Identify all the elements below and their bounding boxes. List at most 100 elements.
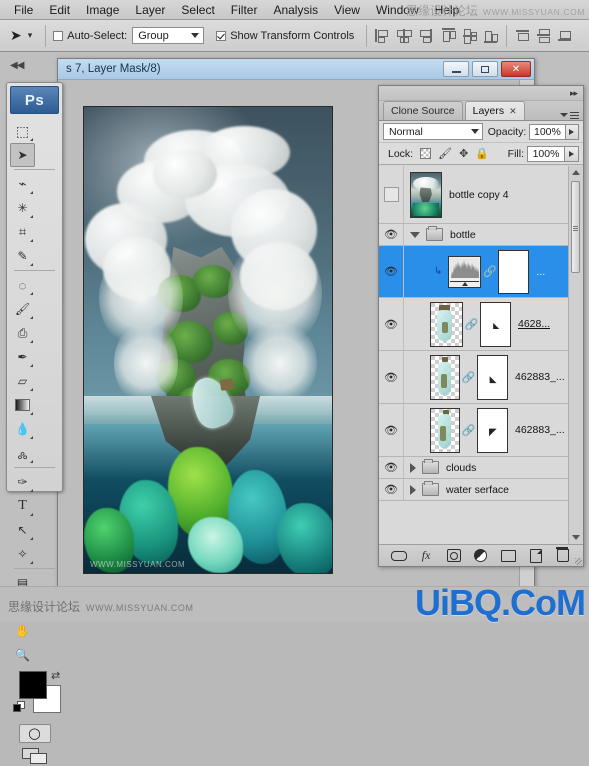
link-icon[interactable]: 🔗 <box>462 369 476 385</box>
current-tool-preset[interactable]: ➤ ▾ <box>0 27 38 44</box>
menu-image[interactable]: Image <box>78 2 127 18</box>
eye-icon-on[interactable]: 👁 <box>383 461 400 474</box>
auto-select-dropdown[interactable]: Group <box>132 27 205 44</box>
lock-image-pixels-icon[interactable]: 🖌 <box>438 147 452 160</box>
eye-icon-off[interactable] <box>383 187 399 202</box>
layer-thumbnail[interactable] <box>430 407 460 453</box>
resize-grip[interactable] <box>575 558 582 565</box>
scroll-up-arrow-icon[interactable] <box>569 166 583 179</box>
tool-path-selection[interactable]: ↖ <box>10 518 35 542</box>
show-transform-controls-checkbox[interactable] <box>216 30 227 41</box>
fill-slider-button[interactable] <box>565 145 579 162</box>
opacity-slider-button[interactable] <box>565 123 579 140</box>
blend-mode-dropdown[interactable]: Normal <box>383 123 483 140</box>
new-adjustment-layer-button[interactable] <box>472 548 490 564</box>
tool-crop[interactable]: ⌗ <box>10 220 35 244</box>
tool-brush[interactable]: 🖌 <box>10 297 35 321</box>
eye-icon-on[interactable]: 👁 <box>383 483 400 496</box>
group-expand-triangle-icon[interactable] <box>410 231 420 238</box>
layer-mask-thumbnail[interactable]: ◣ <box>477 354 508 400</box>
chevron-down-icon[interactable]: ▾ <box>28 30 33 41</box>
visibility-toggle-cell[interactable]: 👁 <box>379 351 404 403</box>
link-icon[interactable]: 🔗 <box>465 316 479 332</box>
tool-marquee[interactable]: ⬚ <box>10 119 35 143</box>
layers-scrollbar[interactable] <box>568 166 583 544</box>
tab-layers[interactable]: Layers ✕ <box>464 101 525 120</box>
scrollbar-thumb[interactable] <box>571 181 580 273</box>
align-bottom-edges-icon[interactable] <box>482 27 499 44</box>
visibility-toggle-cell[interactable] <box>379 166 404 223</box>
visibility-toggle-cell[interactable]: 👁 <box>379 298 404 350</box>
layer-name[interactable]: clouds <box>446 462 476 474</box>
screen-mode-button[interactable] <box>19 746 51 766</box>
layer-row-selected-levels[interactable]: 👁 ↳ 🔗 ... <box>379 246 583 298</box>
tool-slice[interactable]: ✎ <box>10 244 35 268</box>
auto-select-checkbox[interactable] <box>53 30 64 41</box>
fill-value[interactable]: 100% <box>527 145 565 162</box>
tool-move[interactable]: ➤ <box>10 143 35 167</box>
new-layer-button[interactable] <box>527 548 545 564</box>
delete-layer-button[interactable] <box>554 547 572 564</box>
tool-lasso[interactable]: ⌁ <box>10 172 35 196</box>
close-icon[interactable]: ✕ <box>509 106 517 117</box>
menu-analysis[interactable]: Analysis <box>265 2 326 18</box>
distribute-top-icon[interactable] <box>514 27 531 44</box>
lock-position-icon[interactable]: ✥ <box>459 147 468 160</box>
add-layer-style-button[interactable]: fx <box>417 548 435 564</box>
layer-name[interactable]: 462883_... <box>515 371 565 383</box>
swap-colors-icon[interactable]: ⇄ <box>51 669 60 682</box>
document-title-bar[interactable]: s 7, Layer Mask/8) ✕ <box>58 59 534 80</box>
eye-icon-on[interactable]: 👁 <box>383 318 400 331</box>
tool-clone-stamp[interactable]: ⎙ <box>10 321 35 345</box>
quick-mask-toggle[interactable]: ◯ <box>18 724 51 743</box>
layer-name[interactable]: 4628... <box>518 318 550 330</box>
align-vertical-centers-icon[interactable] <box>461 27 478 44</box>
collapse-arrows-icon[interactable]: ◀◀ <box>10 60 24 71</box>
layer-name[interactable]: 462883_... <box>515 424 565 436</box>
layer-name[interactable]: bottle copy 4 <box>449 189 509 201</box>
tool-hand[interactable]: ✋ <box>10 619 35 643</box>
adjustment-layer-thumbnail[interactable] <box>448 255 482 288</box>
link-layers-button[interactable] <box>390 548 408 564</box>
group-expand-triangle-icon[interactable] <box>410 462 416 473</box>
layer-name[interactable]: bottle <box>450 229 476 241</box>
layer-row-462883-a[interactable]: 👁 🔗 ◣ 462883_... <box>379 351 583 404</box>
opacity-value[interactable]: 100% <box>529 123 566 140</box>
lock-all-icon[interactable]: 🔒 <box>475 147 489 160</box>
collapse-to-icons-icon[interactable]: ▸▸ <box>570 88 578 99</box>
minimize-button[interactable] <box>443 61 469 77</box>
scroll-down-arrow-icon[interactable] <box>569 531 583 544</box>
distribute-bottom-icon[interactable] <box>556 27 573 44</box>
layer-thumbnail[interactable] <box>410 171 442 218</box>
new-group-button[interactable] <box>499 548 517 564</box>
lock-transparent-pixels-icon[interactable] <box>420 148 432 159</box>
tool-healing-brush[interactable]: ◌ <box>10 273 35 297</box>
visibility-toggle-cell[interactable]: 👁 <box>379 224 404 245</box>
tool-magic-wand[interactable]: ✳ <box>10 196 35 220</box>
tab-clone-source[interactable]: Clone Source <box>383 101 463 120</box>
layer-thumbnail[interactable] <box>430 354 460 400</box>
menu-filter[interactable]: Filter <box>223 2 266 18</box>
link-icon[interactable]: 🔗 <box>483 264 497 280</box>
visibility-toggle-cell[interactable]: 👁 <box>379 457 404 478</box>
visibility-toggle-cell[interactable]: 👁 <box>379 479 404 500</box>
tool-history-brush[interactable]: ✒ <box>10 345 35 369</box>
maximize-button[interactable] <box>472 61 498 77</box>
tool-custom-shape[interactable]: ✧ <box>10 542 35 566</box>
layer-mask-thumbnail[interactable]: ◣ <box>480 301 511 347</box>
layer-mask-thumbnail[interactable]: ◤ <box>477 407 508 453</box>
tool-blur[interactable]: 💧 <box>10 417 35 441</box>
panel-menu-icon[interactable] <box>560 111 579 119</box>
tool-pen[interactable]: ✑ <box>10 470 35 494</box>
layer-name[interactable]: water serface <box>446 484 509 496</box>
visibility-toggle-cell[interactable]: 👁 <box>379 404 404 456</box>
artwork-canvas[interactable]: WWW.MISSYUAN.COM <box>83 106 333 574</box>
layer-mask-thumbnail[interactable] <box>498 249 530 294</box>
layer-list[interactable]: bottle copy 4 👁 bottle 👁 ↳ 🔗 ... 👁 🔗 ◣ 4… <box>379 166 583 544</box>
menu-select[interactable]: Select <box>173 2 222 18</box>
menu-layer[interactable]: Layer <box>127 2 173 18</box>
distribute-vertical-center-icon[interactable] <box>535 27 552 44</box>
layer-row-4628[interactable]: 👁 🔗 ◣ 4628... <box>379 298 583 351</box>
tool-gradient[interactable] <box>10 393 35 417</box>
menu-edit[interactable]: Edit <box>41 2 78 18</box>
